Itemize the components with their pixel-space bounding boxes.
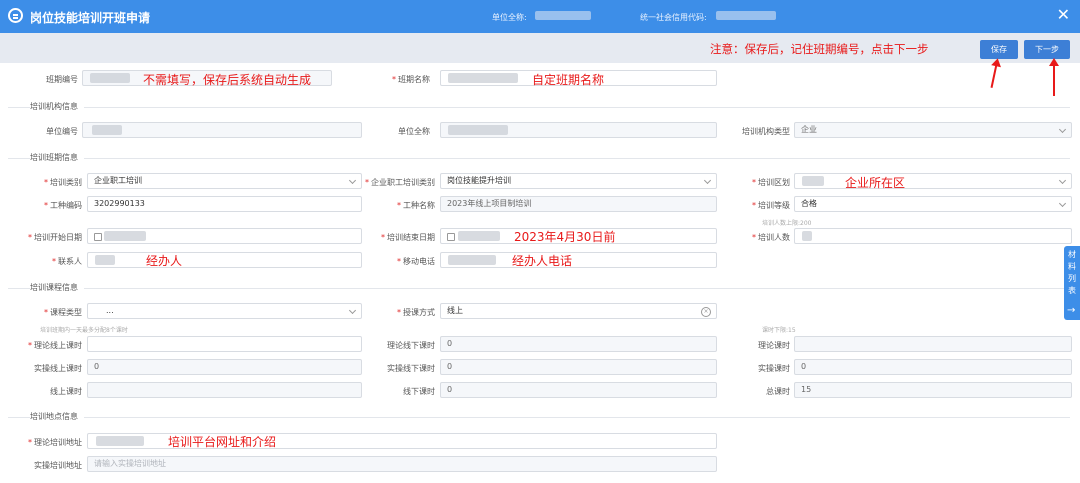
annotation-class-no: 不需填写，保存后系统自动生成 <box>143 73 312 87</box>
contact-input[interactable] <box>87 252 362 268</box>
annotation-mobile: 经办人电话 <box>512 254 573 268</box>
teach-mode-label: * 授课方式 <box>397 308 435 317</box>
theory-offline-field: 0 <box>440 336 717 352</box>
online-hours-field <box>87 382 362 398</box>
practice-hours-field: 0 <box>794 359 1072 375</box>
practice-hours-label: 实操课时 <box>758 364 790 373</box>
annotation-class-name: 自定班期名称 <box>532 73 605 87</box>
redacted-value <box>92 125 122 135</box>
practice-addr-label: 实操培训地址 <box>34 461 82 470</box>
calendar-icon <box>94 233 102 241</box>
title-bar: 岗位技能培训开班申请 单位全称: 统一社会信用代码: ✕ <box>0 0 1080 33</box>
section-course: 培训课程信息 <box>0 282 1080 294</box>
annotation-end-date: 2023年4月30日前 <box>514 230 616 244</box>
redacted-value <box>95 255 115 265</box>
practice-offline-field: 0 <box>440 359 717 375</box>
arrow-right-icon: → <box>1067 305 1076 316</box>
course-type-label: * 课程类型 <box>44 308 82 317</box>
credit-code-label: 统一社会信用代码: <box>640 13 707 22</box>
redacted-value <box>448 125 508 135</box>
class-name-label: * 班期名称 <box>392 75 430 84</box>
class-no-label: 班期编号 <box>46 75 78 84</box>
chevron-down-icon <box>1058 176 1067 185</box>
people-input[interactable] <box>794 228 1072 244</box>
unit-name-redacted <box>535 11 591 20</box>
chevron-down-icon <box>1058 199 1067 208</box>
next-step-button[interactable]: 下一步 <box>1024 40 1070 59</box>
close-icon[interactable]: ✕ <box>1057 7 1070 23</box>
credit-code-redacted <box>716 11 776 20</box>
redacted-value <box>96 436 144 446</box>
page-title: 岗位技能培训开班申请 <box>30 11 151 25</box>
save-notice: 注意：保存后，记住班期编号，点击下一步 <box>710 42 929 56</box>
unit-name-label: 单位全称: <box>492 13 527 22</box>
theory-online-label: * 理论线上课时 <box>28 341 82 350</box>
save-button[interactable]: 保存 <box>980 40 1018 59</box>
toolbar: 注意：保存后，记住班期编号，点击下一步 保存 下一步 <box>0 33 1080 63</box>
redacted-value <box>802 176 824 186</box>
train-category-label: * 培训类别 <box>44 178 82 187</box>
theory-hours-label: 理论课时 <box>758 341 790 350</box>
redacted-value <box>802 231 812 241</box>
inst-type-label: 培训机构类型 <box>742 127 790 136</box>
hours-limit-hint: 课时下限:15 <box>762 327 796 334</box>
redacted-value <box>448 73 518 83</box>
annotation-arrow-next <box>1049 58 1059 96</box>
practice-online-field: 0 <box>87 359 362 375</box>
theory-offline-label: 理论线下课时 <box>387 341 435 350</box>
offline-hours-label: 线下课时 <box>403 387 435 396</box>
job-code-label: * 工种编码 <box>44 201 82 210</box>
mobile-label: * 移动电话 <box>397 257 435 266</box>
end-date-label: * 培训结束日期 <box>381 233 435 242</box>
clear-icon[interactable]: × <box>701 307 711 317</box>
section-location: 培训地点信息 <box>0 411 1080 423</box>
day-hours-hint: 培训班期内一天最多分配8个课时 <box>40 327 128 334</box>
calendar-icon <box>447 233 455 241</box>
total-hours-field: 15 <box>794 382 1072 398</box>
material-list-tab[interactable]: 材料列表 → <box>1064 246 1080 320</box>
inst-type-select[interactable]: 企业 <box>794 122 1072 138</box>
job-name-label: * 工种名称 <box>397 201 435 210</box>
redacted-value <box>448 255 496 265</box>
material-list-label: 材料列表 <box>1068 250 1076 295</box>
annotation-district: 企业所在区 <box>845 176 906 190</box>
contact-label: * 联系人 <box>52 257 82 266</box>
train-level-label: * 培训等级 <box>752 201 790 210</box>
start-date-label: * 培训开始日期 <box>28 233 82 242</box>
theory-hours-field <box>794 336 1072 352</box>
district-label: * 培训区划 <box>752 178 790 187</box>
total-hours-label: 总课时 <box>766 387 790 396</box>
district-select[interactable] <box>794 173 1072 189</box>
unit-code-field <box>82 122 362 138</box>
chevron-down-icon <box>1058 125 1067 134</box>
job-code-input[interactable]: 3202990133 <box>87 196 362 212</box>
practice-addr-input[interactable]: 请输入实操培训地址 <box>87 456 717 472</box>
train-category-select[interactable]: 企业职工培训 <box>87 173 362 189</box>
online-hours-label: 线上课时 <box>50 387 82 396</box>
form-list-icon <box>8 8 23 23</box>
theory-online-input[interactable] <box>87 336 362 352</box>
course-type-select[interactable]: ... <box>87 303 362 319</box>
unit-code-label: 单位编号 <box>46 127 78 136</box>
section-institution: 培训机构信息 <box>0 101 1080 113</box>
section-period: 培训班期信息 <box>0 152 1080 164</box>
practice-offline-label: 实操线下课时 <box>387 364 435 373</box>
theory-addr-label: * 理论培训地址 <box>28 438 82 447</box>
unit-fullname-label: 单位全称 <box>398 127 430 136</box>
job-name-field: 2023年线上项目制培训 <box>440 196 717 212</box>
annotation-address: 培训平台网址和介绍 <box>168 435 277 449</box>
practice-online-label: 实操线上课时 <box>34 364 82 373</box>
redacted-value <box>458 231 500 241</box>
annotation-contact: 经办人 <box>146 254 183 268</box>
redacted-value <box>90 73 130 83</box>
staff-category-select[interactable]: 岗位技能提升培训 <box>440 173 717 189</box>
people-label: * 培训人数 <box>752 233 790 242</box>
redacted-value <box>104 231 146 241</box>
teach-mode-select[interactable]: 线上 × <box>440 303 717 319</box>
staff-category-label: * 企业职工培训类别 <box>365 178 435 187</box>
max-people-hint: 培训人数上限:200 <box>762 220 812 227</box>
train-level-select[interactable]: 合格 <box>794 196 1072 212</box>
offline-hours-field: 0 <box>440 382 717 398</box>
annotation-arrow-save <box>990 64 998 88</box>
